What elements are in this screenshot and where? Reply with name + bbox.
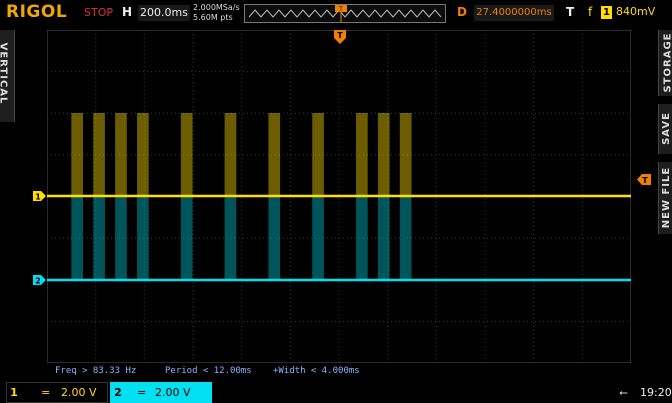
ch1-burst [93,113,105,196]
new-file-menu-tab[interactable]: NEW FILE [658,162,672,234]
acquisition-info: 2.000MSa/s 5.60M pts [193,3,240,23]
ch1-burst [356,113,368,196]
ch1-burst [377,113,390,196]
memory-overview-strip[interactable]: T [244,4,446,23]
trigger-position-marker[interactable]: T [333,29,347,45]
ch2-burst [115,197,127,280]
ch1-ground-marker[interactable]: 1 [33,190,47,202]
storage-menu-tab[interactable]: STORAGE [658,30,672,96]
ch1-marker-label: 1 [35,193,41,202]
ch2-burst [268,197,281,280]
measurement-positive-width[interactable]: +Width < 4.000ms [273,366,360,376]
ch2-coupling: = [137,386,147,399]
trigger-position-marker-label: T [337,31,343,40]
ch2-burst [180,197,193,280]
ch1-burst [115,113,127,196]
ch1-burst [399,113,412,196]
memory-depth: 5.60M pts [193,13,233,22]
run-status[interactable]: STOP [84,6,113,19]
top-status-bar: RIGOL STOP H 200.0ms 2.000MSa/s 5.60M pt… [0,0,672,26]
delay-label: D [457,5,467,19]
ch1-burst [312,113,324,196]
ch1-burst [224,113,237,196]
storage-tab-label: STORAGE [662,32,672,93]
brand-logo: RIGOL [6,2,68,22]
trigger-level-value[interactable]: 840mV [616,5,655,18]
ch2-burst [356,197,368,280]
trigger-source-badge[interactable]: 1 [601,6,612,19]
waveform-display[interactable] [47,30,631,363]
ch1-coupling: = [41,386,51,399]
ch2-burst [377,197,390,280]
horizontal-label: H [122,5,133,19]
memory-trigger-marker: T [338,6,343,13]
memory-waveform-preview: T [248,5,442,22]
sample-rate: 2.000MSa/s [193,3,240,12]
measurement-frequency[interactable]: Freq > 83.33 Hz [55,366,136,376]
ch2-ground-marker[interactable]: 2 [33,274,47,286]
time-div-value[interactable]: 200.0ms [138,5,190,21]
ch1-scale-box[interactable]: 1 = 2.00 V [6,382,108,403]
measurement-period[interactable]: Period < 12.00ms [165,366,252,376]
ch1-burst [137,113,149,196]
ch2-burst [137,197,149,280]
trigger-falling-edge-icon: f [588,5,593,19]
delay-value[interactable]: 27.4000000ms [474,5,554,21]
ch2-scale: 2.00 V [155,386,191,399]
ch2-burst [71,197,84,280]
save-tab-label: SAVE [660,112,672,145]
new-file-tab-label: NEW FILE [661,166,672,229]
ch1-burst [180,113,193,196]
trigger-level-marker-label: T [642,176,648,185]
ch1-number: 1 [7,383,21,402]
ch2-burst [93,197,105,280]
ch2-burst [224,197,237,280]
vertical-tab-label: VERTICAL [0,42,9,105]
ch2-number: 2 [114,386,122,399]
trigger-level-marker[interactable]: T [636,173,652,186]
system-clock: 19:20 [640,386,672,399]
ch2-burst [312,197,324,280]
ch1-scale: 2.00 V [61,386,97,399]
trigger-label: T [566,5,575,19]
ch2-burst [399,197,412,280]
ch2-marker-label: 2 [35,277,41,286]
usb-icon: ⭠ [619,386,628,399]
ch1-burst [268,113,281,196]
ch1-burst [71,113,84,196]
ch2-scale-box[interactable]: 2 = 2.00 V [110,382,212,403]
save-menu-tab[interactable]: SAVE [658,104,672,154]
vertical-menu-tab[interactable]: VERTICAL [0,30,15,122]
